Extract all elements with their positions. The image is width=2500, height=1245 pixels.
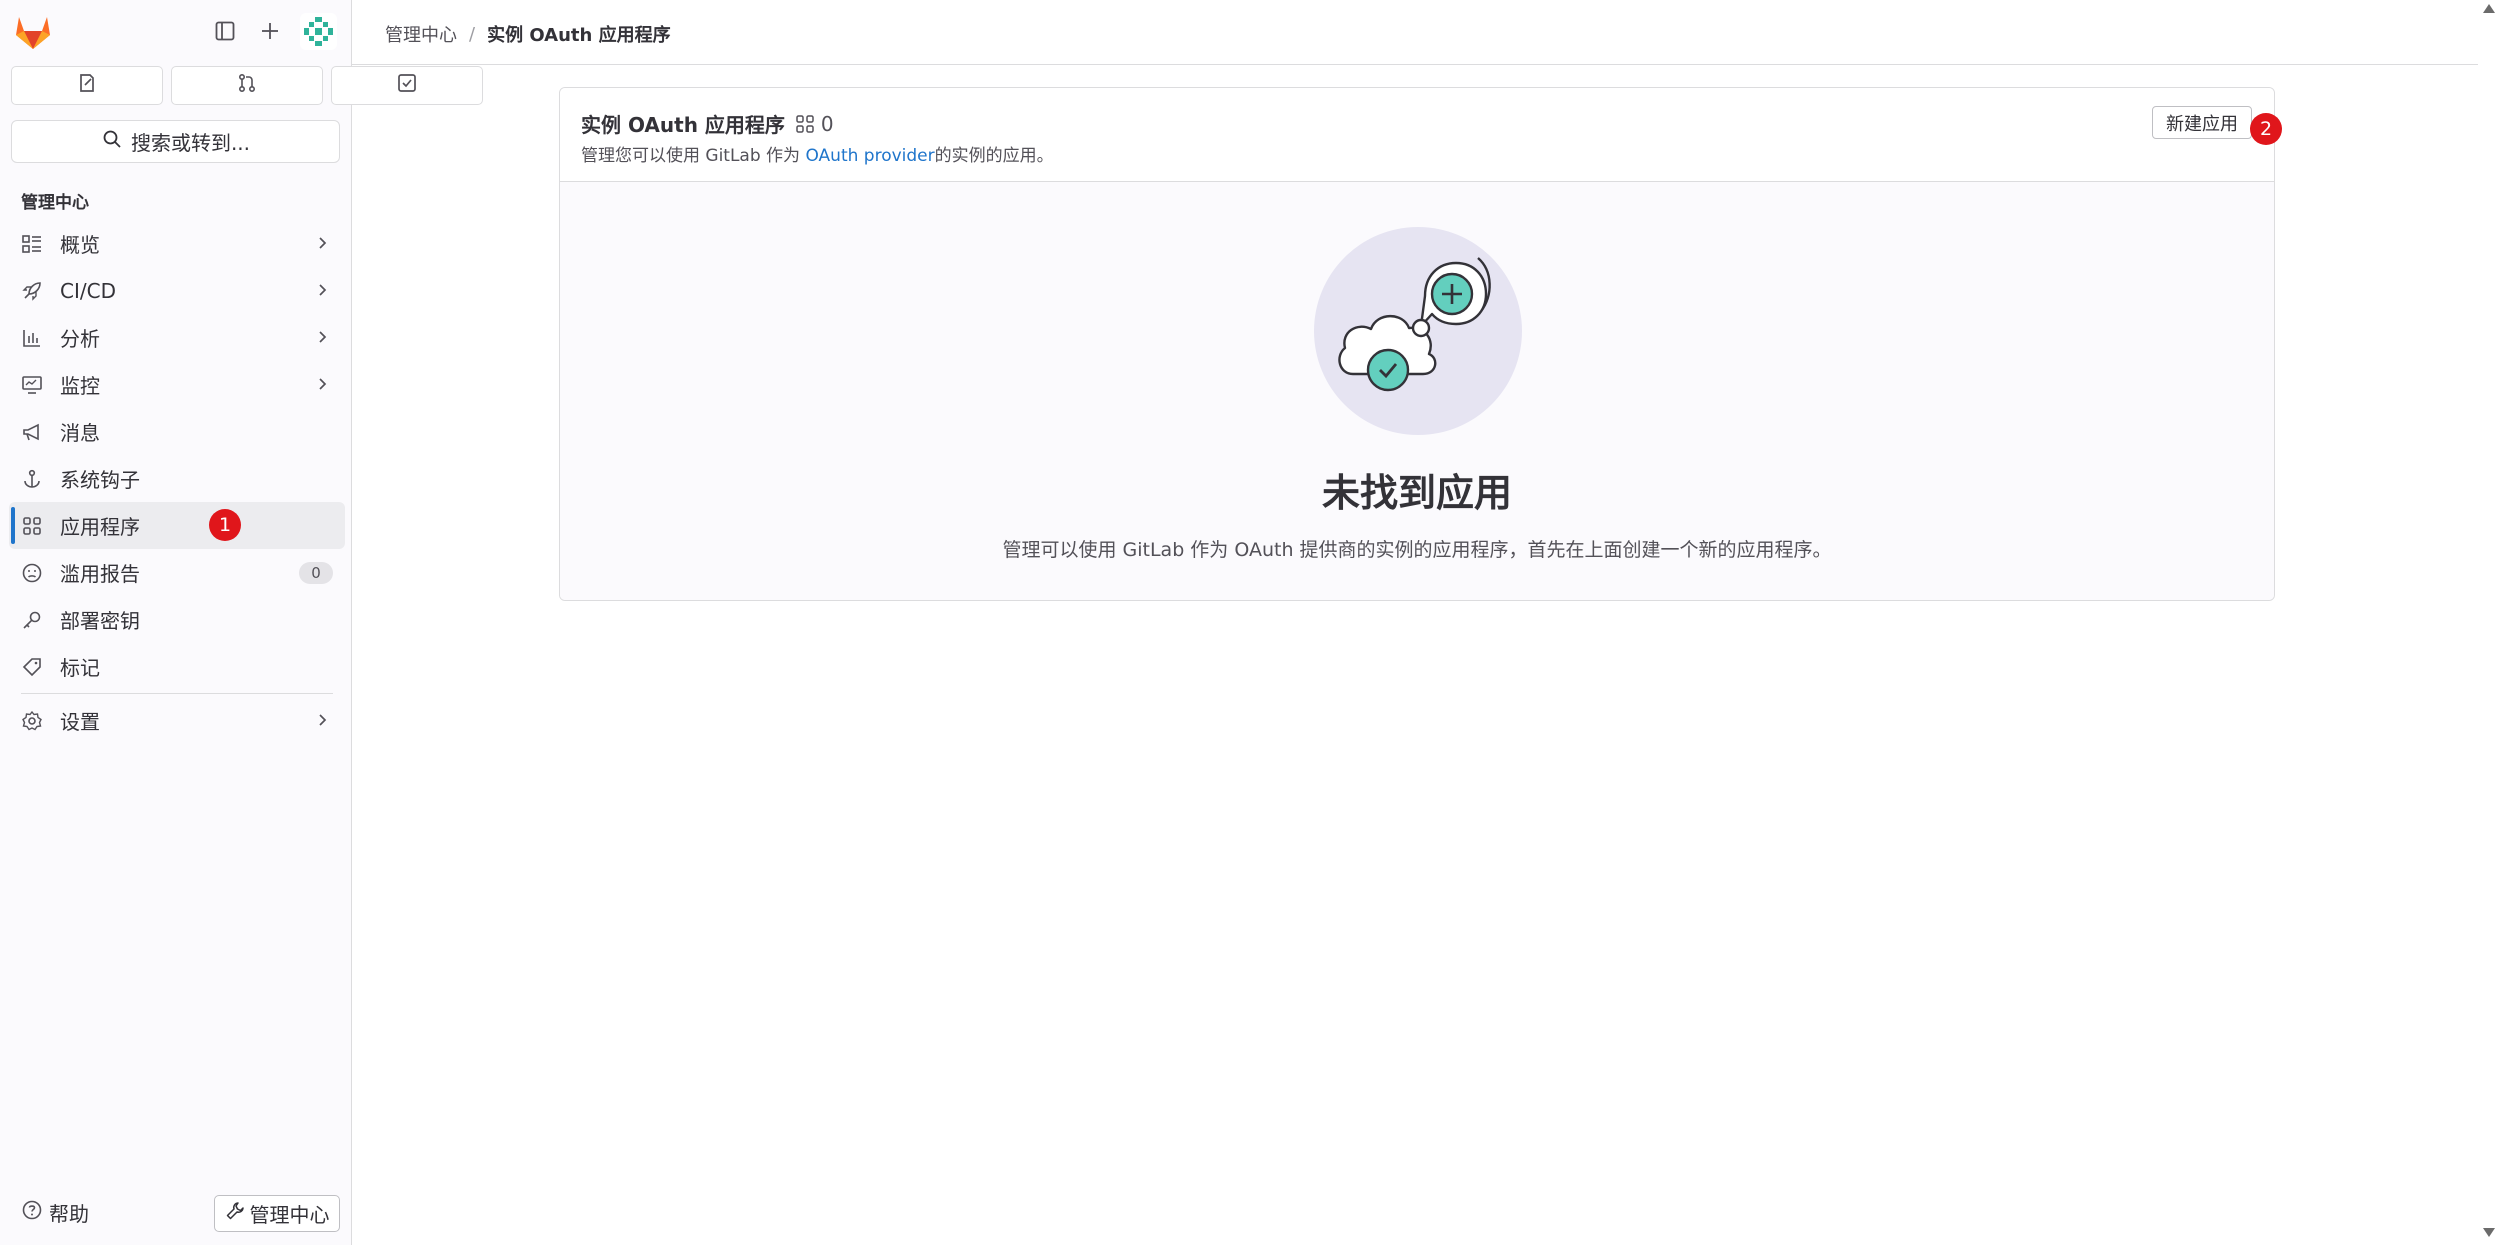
applications-grid-icon <box>20 514 44 538</box>
sidebar-item-label: 概览 <box>60 233 100 257</box>
monitor-icon <box>20 373 44 397</box>
quick-actions <box>11 66 483 105</box>
breadcrumb-item-current[interactable]: 实例 OAuth 应用程序 <box>487 21 671 47</box>
search-icon <box>101 128 123 155</box>
scroll-up-arrow-icon[interactable] <box>2483 4 2495 13</box>
sad-face-icon <box>20 561 44 585</box>
applications-card: 实例 OAuth 应用程序 0 管理您可以使用 GitLab 作为 OAuth … <box>559 87 2275 601</box>
sidebar-item-label: 部署密钥 <box>60 609 140 633</box>
applications-grid-icon <box>796 114 814 133</box>
sidebar-item-label: 系统钩子 <box>60 468 140 492</box>
annotation-badge-1: 1 <box>209 509 241 541</box>
gitlab-logo-icon[interactable] <box>13 13 53 51</box>
section-title: 管理中心 <box>21 193 89 213</box>
sidebar-item-label: 滥用报告 <box>60 562 140 586</box>
applications-count: 0 <box>795 112 834 136</box>
overview-icon <box>20 232 44 256</box>
merge-request-icon <box>236 72 258 99</box>
merge-requests-button[interactable] <box>171 66 323 105</box>
sidebar-item-overview[interactable]: 概览 <box>9 220 345 267</box>
chevron-right-icon <box>319 284 327 296</box>
card-header: 实例 OAuth 应用程序 0 管理您可以使用 GitLab 作为 OAuth … <box>560 88 2274 182</box>
sidebar-item-label: 消息 <box>60 421 100 445</box>
page-scrollbar[interactable] <box>2478 0 2500 1245</box>
sidebar-item-label: 分析 <box>60 327 100 351</box>
tag-icon <box>20 655 44 679</box>
search-button[interactable]: 搜索或转到... <box>11 120 340 163</box>
card-description: 管理您可以使用 GitLab 作为 OAuth provider的实例的应用。 <box>581 141 1054 166</box>
admin-area-label: 管理中心 <box>249 1203 330 1227</box>
nav-divider <box>21 693 333 694</box>
oauth-provider-link[interactable]: OAuth provider <box>805 146 934 166</box>
sidebar-item-system-hooks[interactable]: 系统钩子 <box>9 455 345 502</box>
user-avatar[interactable] <box>300 13 337 50</box>
sidebar-toggle-icon[interactable] <box>208 14 242 48</box>
sidebar-item-cicd[interactable]: CI/CD <box>9 267 345 314</box>
gear-icon <box>20 709 44 733</box>
sidebar-item-label: 标记 <box>60 656 100 680</box>
sidebar-footer: 帮助 管理中心 <box>0 1185 352 1245</box>
key-icon <box>20 608 44 632</box>
card-title: 实例 OAuth 应用程序 0 <box>581 109 834 138</box>
help-icon <box>21 1199 43 1226</box>
chevron-right-icon <box>319 331 327 343</box>
issues-icon <box>76 72 98 99</box>
plus-icon[interactable] <box>253 14 287 48</box>
admin-area-button[interactable]: 管理中心 <box>214 1195 340 1232</box>
sidebar-item-label: 监控 <box>60 374 100 398</box>
sidebar-item-deploy-keys[interactable]: 部署密钥 <box>9 596 345 643</box>
new-application-button[interactable]: 新建应用 <box>2152 106 2252 139</box>
search-label: 搜索或转到... <box>130 131 251 155</box>
card-desc-before: 管理您可以使用 GitLab 作为 <box>581 146 806 166</box>
sidebar-item-messages[interactable]: 消息 <box>9 408 345 455</box>
issues-button[interactable] <box>11 66 163 105</box>
abuse-reports-count-badge: 0 <box>299 562 333 584</box>
sidebar-item-abuse-reports[interactable]: 滥用报告 0 <box>9 549 345 596</box>
admin-nav: 概览 CI/CD 分析 监控 消息 系统钩子 应用程序 1 滥用报告 0 部署密… <box>9 220 345 744</box>
sidebar-item-analytics[interactable]: 分析 <box>9 314 345 361</box>
empty-state-description: 管理可以使用 GitLab 作为 OAuth 提供商的实例的应用程序，首先在上面… <box>1002 539 1832 561</box>
chevron-right-icon <box>319 237 327 249</box>
help-button[interactable]: 帮助 <box>21 1198 89 1227</box>
sidebar-item-monitoring[interactable]: 监控 <box>9 361 345 408</box>
top-bar: 管理中心 / 实例 OAuth 应用程序 <box>352 0 2478 65</box>
sidebar-item-labels[interactable]: 标记 <box>9 643 345 690</box>
chevron-right-icon <box>319 378 327 390</box>
todo-check-icon <box>396 72 418 99</box>
empty-state: 未找到应用 管理可以使用 GitLab 作为 OAuth 提供商的实例的应用程序… <box>560 182 2274 600</box>
todo-button[interactable] <box>331 66 483 105</box>
sidebar: 搜索或转到... 管理中心 概览 CI/CD 分析 监控 消息 系统钩子 应用程… <box>0 0 483 1245</box>
sidebar-item-label: CI/CD <box>60 278 116 303</box>
sidebar-header <box>0 0 352 62</box>
help-label: 帮助 <box>49 1202 89 1226</box>
card-title-text: 实例 OAuth 应用程序 <box>581 113 785 137</box>
empty-state-title: 未找到应用 <box>1321 471 1512 515</box>
empty-cloud-illustration <box>1314 227 1522 435</box>
applications-count-value: 0 <box>820 111 834 136</box>
anchor-icon <box>20 467 44 491</box>
breadcrumb-separator: / <box>469 23 476 45</box>
rocket-icon <box>20 279 44 303</box>
breadcrumb-item-admin[interactable]: 管理中心 <box>385 21 457 47</box>
breadcrumb: 管理中心 / 实例 OAuth 应用程序 <box>385 21 671 47</box>
scroll-down-arrow-icon[interactable] <box>2483 1228 2495 1237</box>
megaphone-icon <box>20 420 44 444</box>
sidebar-item-label: 设置 <box>60 710 100 734</box>
sidebar-item-label: 应用程序 <box>60 515 140 539</box>
card-desc-after: 的实例的应用。 <box>934 146 1054 166</box>
sidebar-item-settings[interactable]: 设置 <box>9 697 345 744</box>
wrench-icon <box>225 1201 245 1226</box>
annotation-badge-2: 2 <box>2250 113 2282 145</box>
chevron-right-icon <box>319 714 327 726</box>
sidebar-item-applications[interactable]: 应用程序 1 <box>9 502 345 549</box>
chart-icon <box>20 326 44 350</box>
